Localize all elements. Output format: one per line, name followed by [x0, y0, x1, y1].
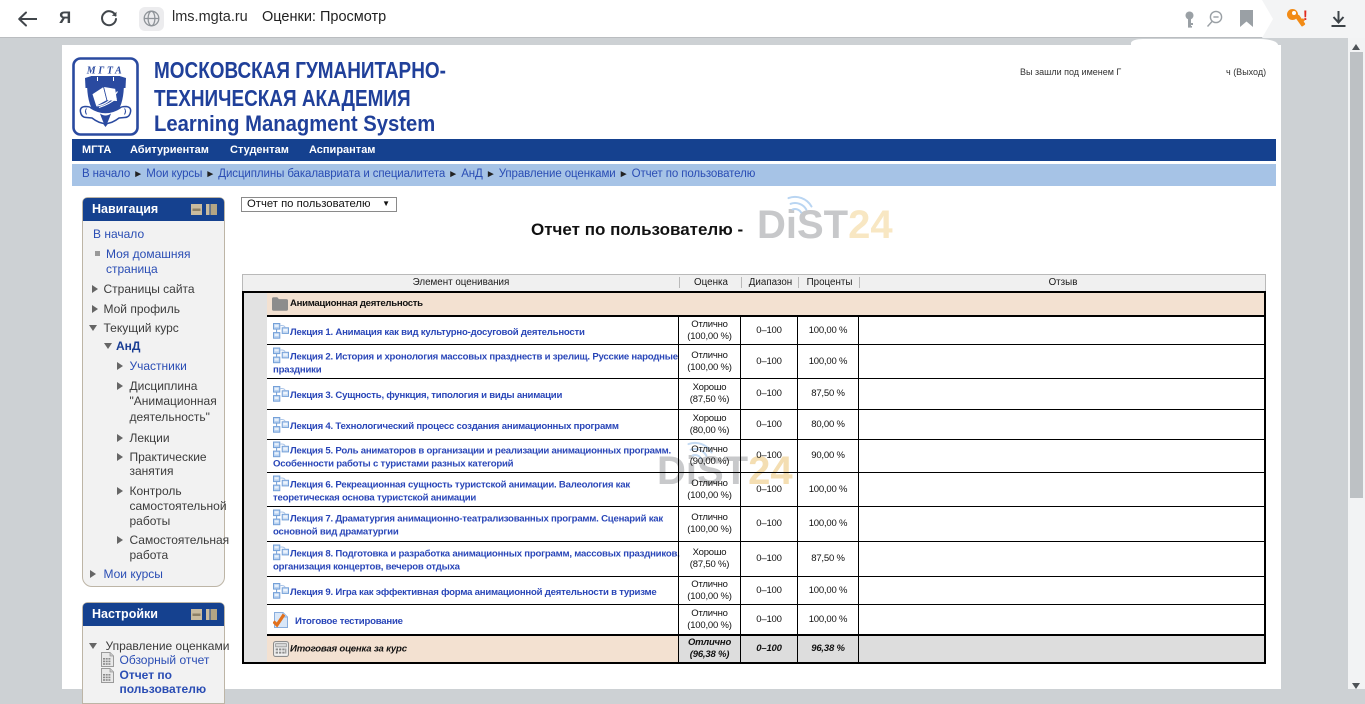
svg-text:!: !	[1303, 8, 1308, 23]
svg-text:МГТА: МГТА	[86, 66, 124, 77]
